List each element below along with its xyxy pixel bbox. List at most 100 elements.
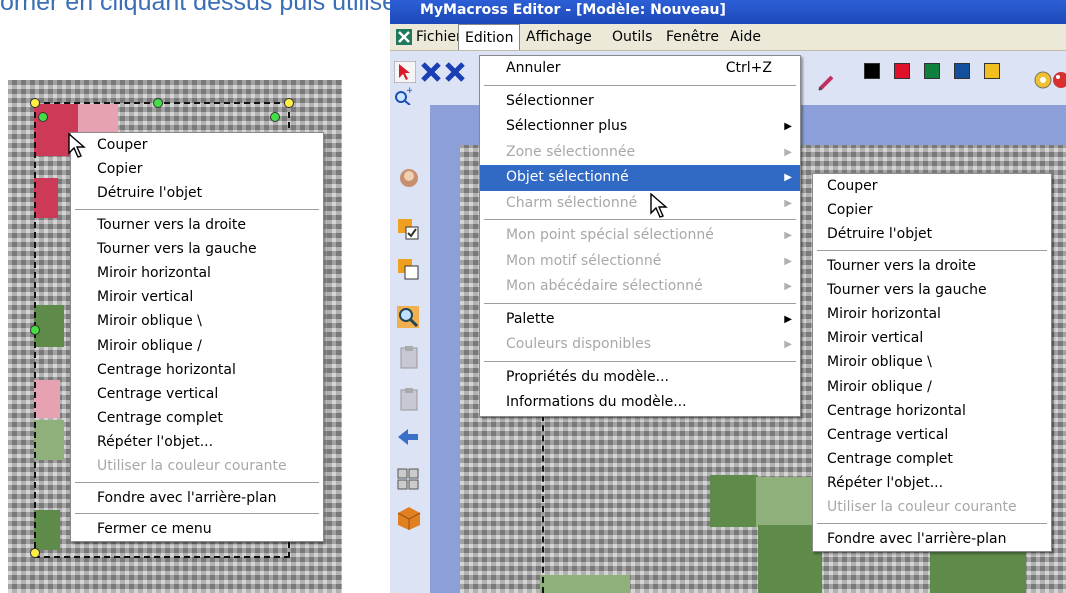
red-ball-icon[interactable] <box>1052 71 1066 89</box>
menu-item-label: Couleurs disponibles <box>506 336 652 352</box>
menubar-item-fichier[interactable]: Fichier <box>390 24 468 50</box>
menubar-item-affichage[interactable]: Affichage <box>520 24 598 50</box>
selection-border <box>542 405 546 593</box>
selection-handle[interactable] <box>153 98 163 108</box>
context-menu-item-miroir-oblique[interactable]: Miroir oblique / <box>71 334 323 358</box>
context-menu-item-fermer-ce-menu[interactable]: Fermer ce menu <box>71 517 323 541</box>
cross-tool-icon[interactable] <box>420 61 442 83</box>
menubar-item-aide[interactable]: Aide <box>724 24 767 50</box>
submenu-arrow-icon: ▶ <box>784 230 792 241</box>
color-swatch[interactable] <box>984 63 1000 79</box>
edition-menu-item-selectionner-plus[interactable]: Sélectionner plus ▶ <box>480 114 800 140</box>
menubar-label: Aide <box>730 29 761 45</box>
context-menu-item-miroir-horizontal[interactable]: Miroir horizontal <box>71 261 323 285</box>
context-menu-item-tourner-vers-la-droite[interactable]: Tourner vers la droite <box>71 213 323 237</box>
menubar-label: Affichage <box>526 29 592 45</box>
menu-separator <box>484 219 796 220</box>
submenu-arrow-icon: ▶ <box>784 281 792 292</box>
menu-item-label: Mon abécédaire sélectionné <box>506 278 703 294</box>
selection-handle[interactable] <box>30 325 40 335</box>
undo-arrow-icon[interactable] <box>396 425 420 445</box>
menu-item-label: Sélectionner plus <box>506 118 628 134</box>
menu-separator <box>817 522 1047 524</box>
selection-handle[interactable] <box>270 112 280 122</box>
edition-menu-item-selectionner[interactable]: Sélectionner <box>480 89 800 115</box>
cube-icon[interactable] <box>396 505 422 531</box>
submenu-item-copier[interactable]: Copier <box>813 198 1051 222</box>
submenu-item-centrage-vertical[interactable]: Centrage vertical <box>813 423 1051 447</box>
context-menu-item-couper[interactable]: Couper <box>71 133 323 157</box>
edition-menu-item-objet-selectionne[interactable]: Objet sélectionné ▶ <box>480 165 800 191</box>
submenu-item-detruire-l-objet[interactable]: Détruire l'objet <box>813 222 1051 246</box>
context-menu-item-tourner-vers-la-gauche[interactable]: Tourner vers la gauche <box>71 237 323 261</box>
color-swatch[interactable] <box>924 63 940 79</box>
edition-menu-item-palette[interactable]: Palette ▶ <box>480 307 800 333</box>
motif-green-block <box>540 575 630 593</box>
copy-layer-icon[interactable] <box>396 257 420 281</box>
submenu-item-repeter-l-objet[interactable]: Répéter l'objet... <box>813 471 1051 495</box>
menubar-label: Edition <box>465 30 514 46</box>
submenu-item-fondre-avec-l-arriere-plan[interactable]: Fondre avec l'arrière-plan <box>813 527 1051 551</box>
submenu-item-couper[interactable]: Couper <box>813 174 1051 198</box>
submenu-item-centrage-horizontal[interactable]: Centrage horizontal <box>813 399 1051 423</box>
search-tool-icon[interactable] <box>396 305 420 329</box>
mouse-cursor-icon <box>650 193 668 218</box>
selection-handle[interactable] <box>38 112 48 122</box>
svg-text:+: + <box>406 87 412 96</box>
submenu-item-miroir-oblique[interactable]: Miroir oblique / <box>813 375 1051 399</box>
menu-item-label: Charm sélectionné <box>506 194 638 211</box>
color-swatch[interactable] <box>954 63 970 79</box>
context-menu-item-centrage-vertical[interactable]: Centrage vertical <box>71 382 323 406</box>
submenu-item-centrage-complet[interactable]: Centrage complet <box>813 447 1051 471</box>
menu-item-label: Mon motif sélectionné <box>506 252 662 269</box>
selection-handle[interactable] <box>284 98 294 108</box>
submenu-arrow-icon: ▶ <box>784 197 792 209</box>
submenu-item-tourner-vers-la-droite[interactable]: Tourner vers la droite <box>813 254 1051 278</box>
color-swatch[interactable] <box>864 63 880 79</box>
submenu-item-utiliser-la-couleur-courante: Utiliser la couleur courante <box>827 499 1017 516</box>
submenu-item-tourner-vers-la-gauche[interactable]: Tourner vers la gauche <box>813 278 1051 302</box>
context-menu-item-copier[interactable]: Copier <box>71 157 323 181</box>
color-wheel-icon[interactable] <box>1034 71 1052 89</box>
edition-menu-item-mon-point-special-selectionne: Mon point spécial sélectionné ▶ <box>480 223 800 249</box>
context-menu-item-detruire-l-objet[interactable]: Détruire l'objet <box>71 181 323 205</box>
pointer-tool-icon[interactable] <box>394 61 416 83</box>
menu-separator <box>817 249 1047 251</box>
submenu-item-miroir-horizontal[interactable]: Miroir horizontal <box>813 302 1051 326</box>
context-menu-item-centrage-complet[interactable]: Centrage complet <box>71 406 323 430</box>
grid-tool-icon[interactable] <box>396 467 420 491</box>
context-menu-item-repeter-l-objet[interactable]: Répéter l'objet... <box>71 430 323 454</box>
menubar-item-edition[interactable]: Edition <box>458 24 521 50</box>
edition-menu-item-informations-du-modele[interactable]: Informations du modèle... <box>480 390 800 416</box>
double-cross-tool-icon[interactable] <box>444 61 466 83</box>
select-check-icon[interactable] <box>396 217 420 241</box>
clipboard-icon[interactable] <box>398 345 420 369</box>
menubar-item-outils[interactable]: Outils <box>606 24 658 50</box>
shortcut-label: Ctrl+Z <box>725 60 772 76</box>
context-menu-item-miroir-oblique[interactable]: Miroir oblique \ <box>71 309 323 333</box>
context-menu-item-centrage-horizontal[interactable]: Centrage horizontal <box>71 358 323 382</box>
menu-separator <box>484 84 796 86</box>
zoom-in-icon[interactable]: + <box>394 87 412 105</box>
color-swatch[interactable] <box>894 63 910 79</box>
menu-item-label: Objet sélectionné <box>506 169 629 185</box>
edition-menu-item-annuler[interactable]: Annuler Ctrl+Z <box>480 56 800 82</box>
submenu-item-miroir-oblique[interactable]: Miroir oblique \ <box>813 350 1051 374</box>
submenu-item-miroir-vertical[interactable]: Miroir vertical <box>813 326 1051 350</box>
context-menu-item-fondre-avec-l-arriere-plan[interactable]: Fondre avec l'arrière-plan <box>71 486 323 510</box>
edition-menu-item-proprietes-du-modele[interactable]: Propriétés du modèle... <box>480 365 800 391</box>
menu-item-label: Propriétés du modèle... <box>506 368 669 385</box>
window-title: MyMacross Editor - [Modèle: Nouveau] <box>420 2 726 18</box>
title-bar: MyMacross Editor - [Modèle: Nouveau] <box>390 0 1066 24</box>
pencil-icon[interactable] <box>816 71 838 93</box>
pattern-tool-icon[interactable] <box>398 167 420 189</box>
selection-handle[interactable] <box>30 98 40 108</box>
motif-green-block <box>930 545 1026 593</box>
submenu-arrow-icon: ▶ <box>784 313 792 325</box>
context-menu-item-miroir-vertical[interactable]: Miroir vertical <box>71 285 323 309</box>
menubar-item-fenetre[interactable]: Fenêtre <box>660 24 725 50</box>
selection-handle[interactable] <box>30 548 40 558</box>
menu-separator <box>484 360 796 362</box>
menu-item-label: Sélectionner <box>506 92 594 109</box>
clipboard-icon[interactable] <box>398 387 420 411</box>
